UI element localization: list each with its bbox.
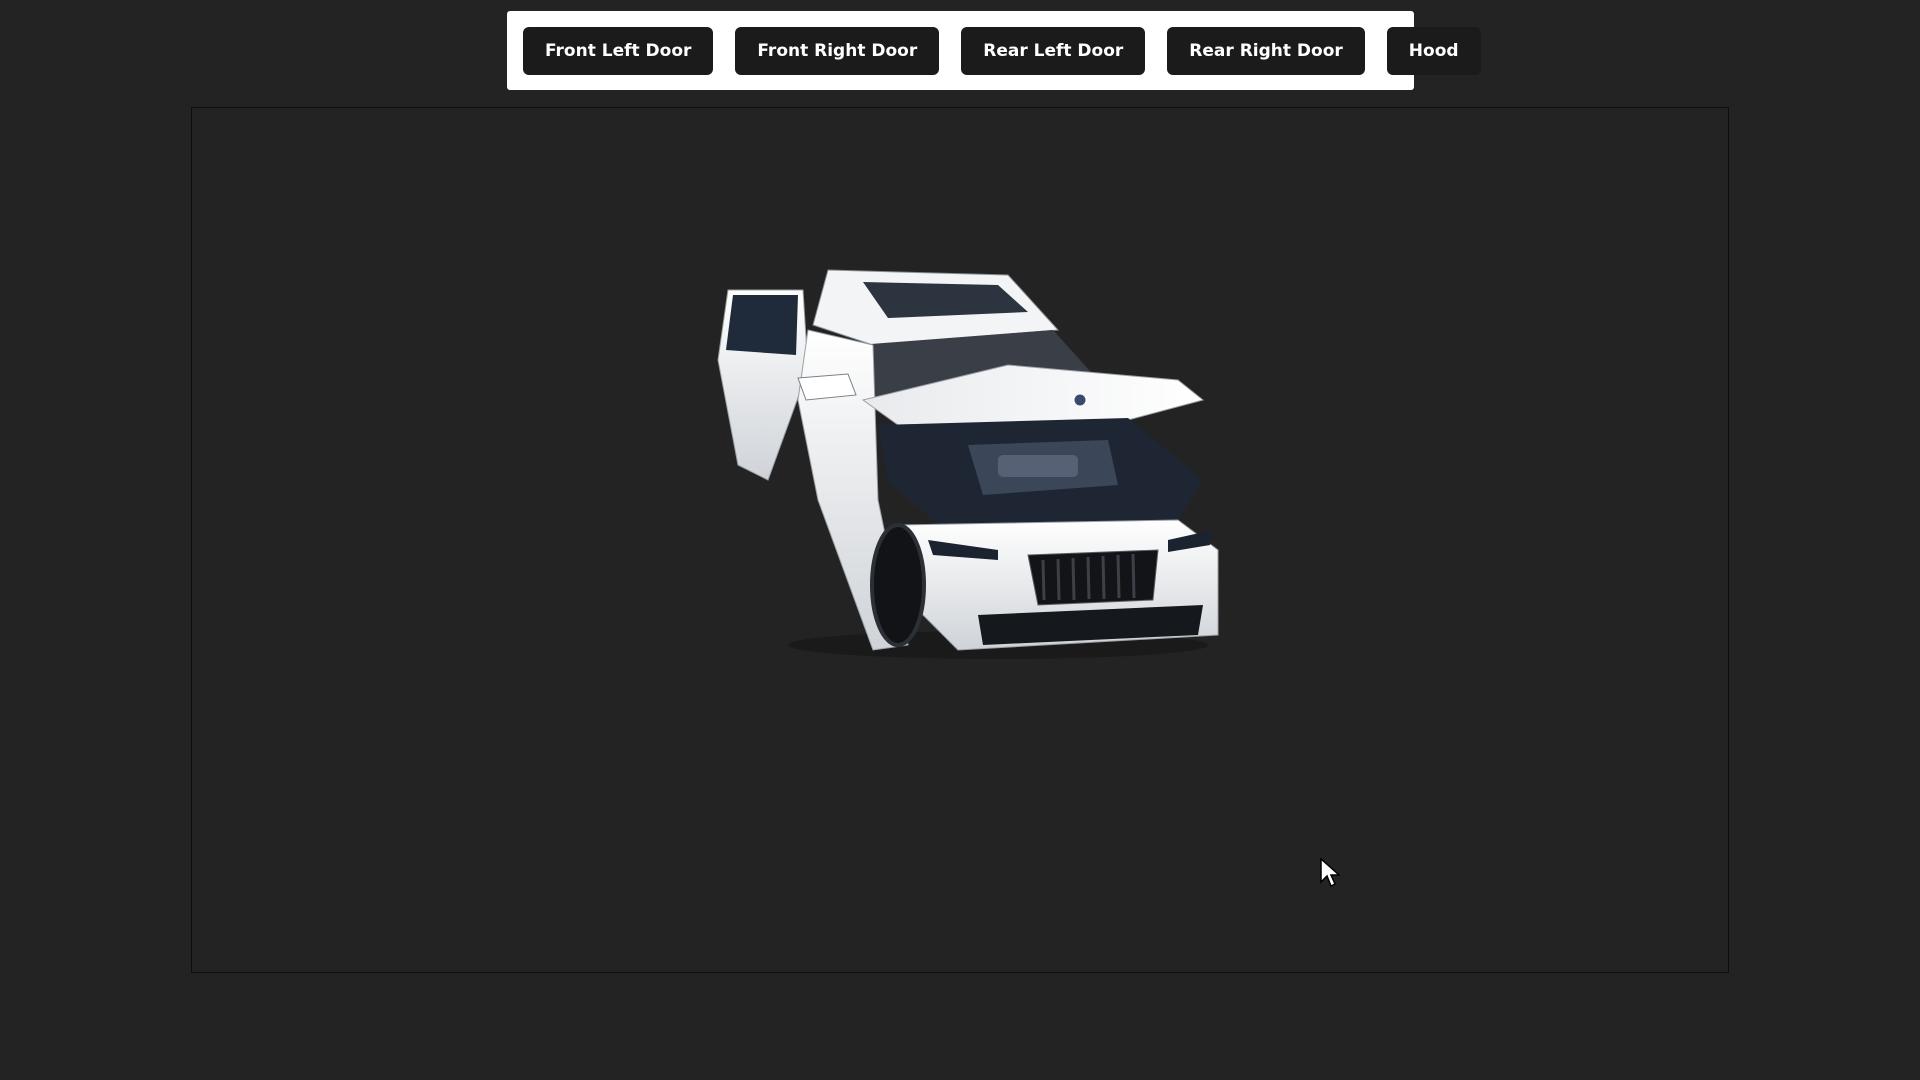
rear-right-door-button[interactable]: Rear Right Door	[1167, 26, 1365, 75]
front-left-door-button[interactable]: Front Left Door	[523, 26, 714, 75]
rear-left-door-button[interactable]: Rear Left Door	[961, 26, 1146, 75]
part-toggle-toolbar: Front Left Door Front Right Door Rear Le…	[507, 11, 1481, 90]
mouse-pointer-icon	[1320, 858, 1340, 888]
3d-viewer-canvas[interactable]	[191, 107, 1729, 973]
front-right-door-button[interactable]: Front Right Door	[735, 26, 940, 75]
car-3d-model-icon[interactable]	[698, 250, 1258, 670]
hood-button[interactable]: Hood	[1386, 26, 1481, 75]
